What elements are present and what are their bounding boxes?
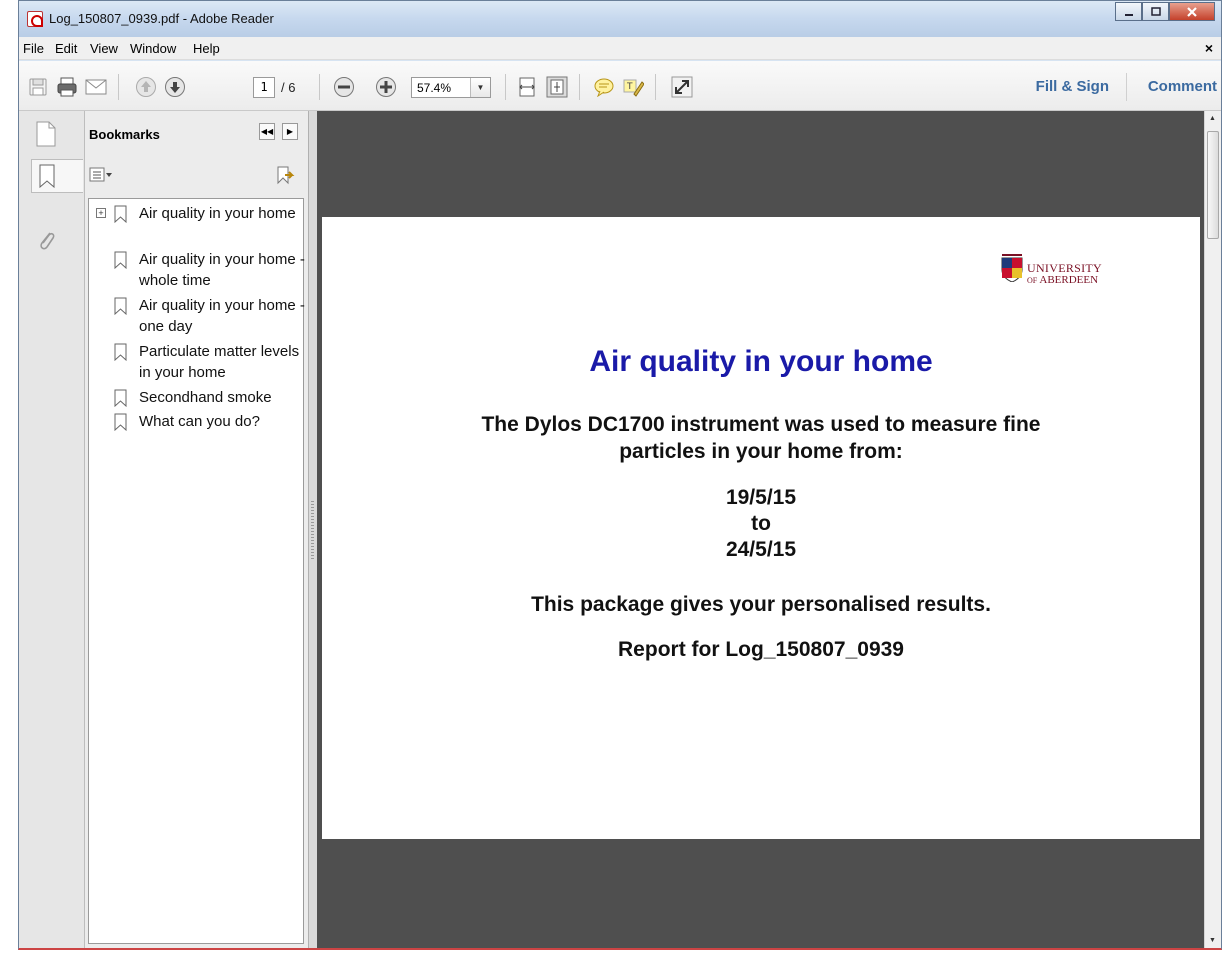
- fit-width-icon[interactable]: [516, 76, 538, 98]
- bookmark-item[interactable]: What can you do?: [89, 411, 303, 433]
- bookmarks-title: Bookmarks: [89, 127, 160, 142]
- bookmark-icon: [113, 251, 129, 275]
- menu-view[interactable]: View: [90, 41, 118, 56]
- bookmark-icon: [113, 343, 129, 367]
- navigation-rail: [19, 111, 85, 948]
- close-document-button[interactable]: ×: [1205, 40, 1213, 56]
- app-window: Log_150807_0939.pdf - Adobe Reader File …: [18, 0, 1222, 950]
- page-total: / 6: [281, 80, 296, 95]
- bookmark-label: Particulate matter levels in your home: [139, 343, 300, 381]
- save-icon[interactable]: [27, 76, 49, 98]
- document-view[interactable]: UNIVERSITY OF ABERDEEN Air quality in yo…: [317, 111, 1204, 948]
- expand-toggle-icon[interactable]: +: [96, 208, 106, 218]
- bookmarks-toolbar: [85, 161, 308, 197]
- bookmark-item[interactable]: Particulate matter levels in your home: [89, 341, 303, 383]
- scroll-down-icon[interactable]: ▼: [1209, 937, 1216, 944]
- bookmark-label: Air quality in your home - whole time: [139, 251, 305, 289]
- menu-window[interactable]: Window: [130, 41, 176, 56]
- bookmarks-list: + Air quality in your home Air quality i…: [88, 198, 305, 944]
- splitter-grip[interactable]: [311, 501, 314, 561]
- page-number-input[interactable]: 1: [253, 77, 275, 98]
- date-to: 24/5/15: [725, 538, 797, 561]
- zoom-level-select[interactable]: 57.4% ▼: [411, 77, 491, 98]
- scrollbar-thumb[interactable]: [1207, 131, 1219, 239]
- comment-button[interactable]: Comment: [1148, 78, 1217, 95]
- menu-help[interactable]: Help: [193, 41, 220, 56]
- close-button[interactable]: [1169, 2, 1215, 21]
- intro-line-1: The Dylos DC1700 instrument was used to …: [481, 413, 1041, 436]
- bookmark-icon: [113, 413, 129, 437]
- bookmark-label: What can you do?: [139, 413, 260, 430]
- title-bar[interactable]: Log_150807_0939.pdf - Adobe Reader: [19, 1, 1221, 37]
- highlight-icon[interactable]: T: [622, 76, 644, 98]
- maximize-button[interactable]: [1142, 2, 1169, 21]
- fit-page-icon[interactable]: [546, 76, 568, 98]
- pdf-app-icon: [27, 11, 43, 27]
- scroll-up-icon[interactable]: ▲: [1209, 115, 1216, 122]
- vertical-scrollbar[interactable]: ▲ ▼: [1204, 111, 1221, 948]
- toolbar: 1 / 6 57.4% ▼ T Fill & Sign Comment: [19, 61, 1221, 111]
- window-controls: [1115, 2, 1215, 22]
- menu-bar: File Edit View Window Help ×: [19, 37, 1221, 60]
- expand-bookmark-icon[interactable]: [275, 165, 295, 188]
- email-icon[interactable]: [85, 76, 107, 98]
- print-icon[interactable]: [56, 76, 78, 98]
- document-title: Air quality in your home: [589, 345, 933, 378]
- bookmark-item[interactable]: Air quality in your home - one day: [89, 295, 305, 337]
- zoom-out-icon[interactable]: [333, 76, 355, 98]
- full-screen-icon[interactable]: [671, 76, 693, 98]
- chevron-down-icon[interactable]: ▼: [470, 78, 490, 97]
- options-menu-icon[interactable]: [89, 167, 113, 186]
- zoom-level-value: 57.4%: [417, 81, 452, 95]
- sticky-note-icon[interactable]: [593, 76, 615, 98]
- menu-edit[interactable]: Edit: [55, 41, 77, 56]
- bookmark-icon: [113, 297, 129, 321]
- attachments-icon[interactable]: [31, 223, 61, 257]
- bookmarks-panel: Bookmarks ◀◀ ▶ + Air quality in your hom…: [85, 111, 309, 948]
- expand-panel-icon[interactable]: ▶: [282, 123, 298, 140]
- university-logo: UNIVERSITY OF ABERDEEN: [1000, 244, 1118, 290]
- bookmark-label: Air quality in your home: [139, 205, 296, 222]
- zoom-in-icon[interactable]: [375, 76, 397, 98]
- bookmark-icon: [113, 389, 129, 413]
- date-to-label: to: [751, 512, 771, 535]
- window-title: Log_150807_0939.pdf - Adobe Reader: [49, 11, 274, 26]
- bookmark-item[interactable]: Secondhand smoke: [89, 387, 303, 409]
- page-thumbnails-icon[interactable]: [31, 117, 61, 151]
- menu-file[interactable]: File: [23, 41, 44, 56]
- bookmark-icon: [113, 205, 129, 229]
- minimize-button[interactable]: [1115, 2, 1142, 21]
- pdf-page: UNIVERSITY OF ABERDEEN Air quality in yo…: [322, 217, 1200, 839]
- svg-text:T: T: [626, 82, 633, 92]
- bookmarks-icon[interactable]: [31, 159, 83, 193]
- intro-line-2: particles in your home from:: [619, 440, 903, 463]
- panel-splitter[interactable]: [309, 111, 317, 948]
- logo-text-aberdeen: OF ABERDEEN: [1027, 274, 1099, 286]
- package-line: This package gives your personalised res…: [531, 593, 991, 616]
- bookmark-item[interactable]: + Air quality in your home: [89, 203, 303, 245]
- crest-icon: [1001, 254, 1023, 282]
- bookmark-item[interactable]: Air quality in your home - whole time: [89, 249, 305, 291]
- next-page-icon[interactable]: [164, 76, 186, 98]
- date-from: 19/5/15: [725, 486, 797, 509]
- bookmark-label: Air quality in your home - one day: [139, 297, 305, 335]
- collapse-panel-icon[interactable]: ◀◀: [259, 123, 275, 140]
- report-line: Report for Log_150807_0939: [618, 638, 904, 661]
- previous-page-icon[interactable]: [135, 76, 157, 98]
- bookmark-label: Secondhand smoke: [139, 389, 272, 406]
- fill-sign-button[interactable]: Fill & Sign: [1036, 78, 1109, 95]
